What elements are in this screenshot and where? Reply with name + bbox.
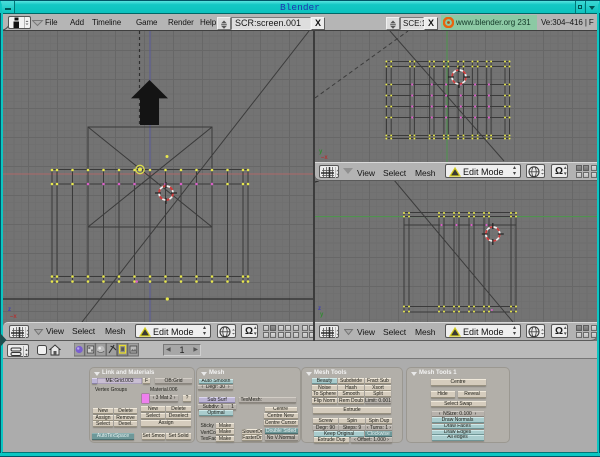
svg-text:y: y xyxy=(320,312,324,318)
svg-text:▼: ▼ xyxy=(25,352,29,357)
svg-text:–x: –x xyxy=(321,155,328,161)
svg-text:z: z xyxy=(8,307,11,313)
svg-text:–x: –x xyxy=(10,314,17,320)
